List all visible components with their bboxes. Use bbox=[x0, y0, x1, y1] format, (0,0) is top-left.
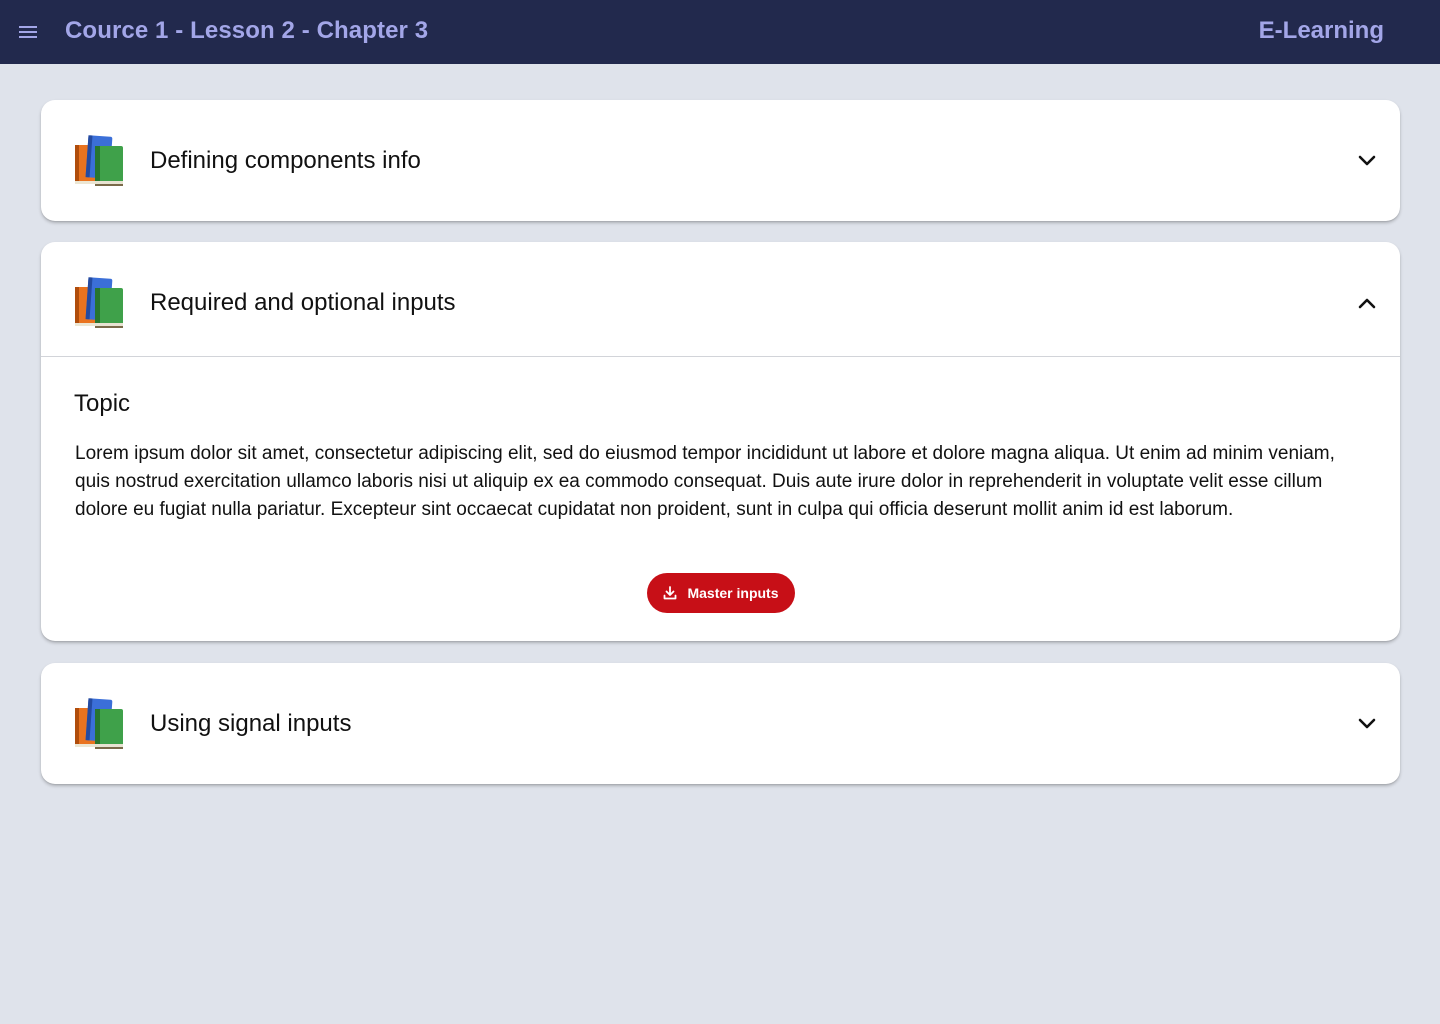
accordion-title: Required and optional inputs bbox=[150, 289, 456, 316]
menu-icon[interactable] bbox=[16, 20, 40, 44]
accordion-panel-defining-components: Defining components info bbox=[41, 100, 1400, 221]
topic-heading: Topic bbox=[74, 390, 131, 417]
master-inputs-button[interactable]: Master inputs bbox=[647, 573, 795, 613]
books-icon bbox=[73, 135, 127, 187]
accordion-title: Defining components info bbox=[150, 147, 421, 174]
chevron-up-icon[interactable] bbox=[1356, 292, 1378, 314]
page-title: Cource 1 - Lesson 2 - Chapter 3 bbox=[65, 17, 429, 44]
accordion-panel-signal-inputs: Using signal inputs bbox=[41, 663, 1400, 784]
accordion-title: Using signal inputs bbox=[150, 710, 352, 737]
accordion-header[interactable]: Using signal inputs bbox=[41, 663, 1400, 784]
chevron-down-icon[interactable] bbox=[1356, 713, 1378, 735]
accordion-body: Topic Lorem ipsum dolor sit amet, consec… bbox=[41, 357, 1400, 641]
accordion-header[interactable]: Defining components info bbox=[41, 100, 1400, 221]
books-icon bbox=[73, 277, 127, 329]
chevron-down-icon[interactable] bbox=[1356, 150, 1378, 172]
books-icon bbox=[73, 698, 127, 750]
download-icon bbox=[664, 586, 677, 600]
topic-text: Lorem ipsum dolor sit amet, consectetur … bbox=[75, 443, 1335, 520]
brand-name: E-Learning bbox=[1258, 17, 1384, 44]
accordion-panel-required-optional-inputs: Required and optional inputs Topic Lorem… bbox=[41, 242, 1400, 641]
top-app-bar: Cource 1 - Lesson 2 - Chapter 3 E-Learni… bbox=[0, 0, 1440, 64]
master-inputs-label: Master inputs bbox=[687, 585, 779, 601]
accordion-header[interactable]: Required and optional inputs bbox=[41, 242, 1400, 357]
